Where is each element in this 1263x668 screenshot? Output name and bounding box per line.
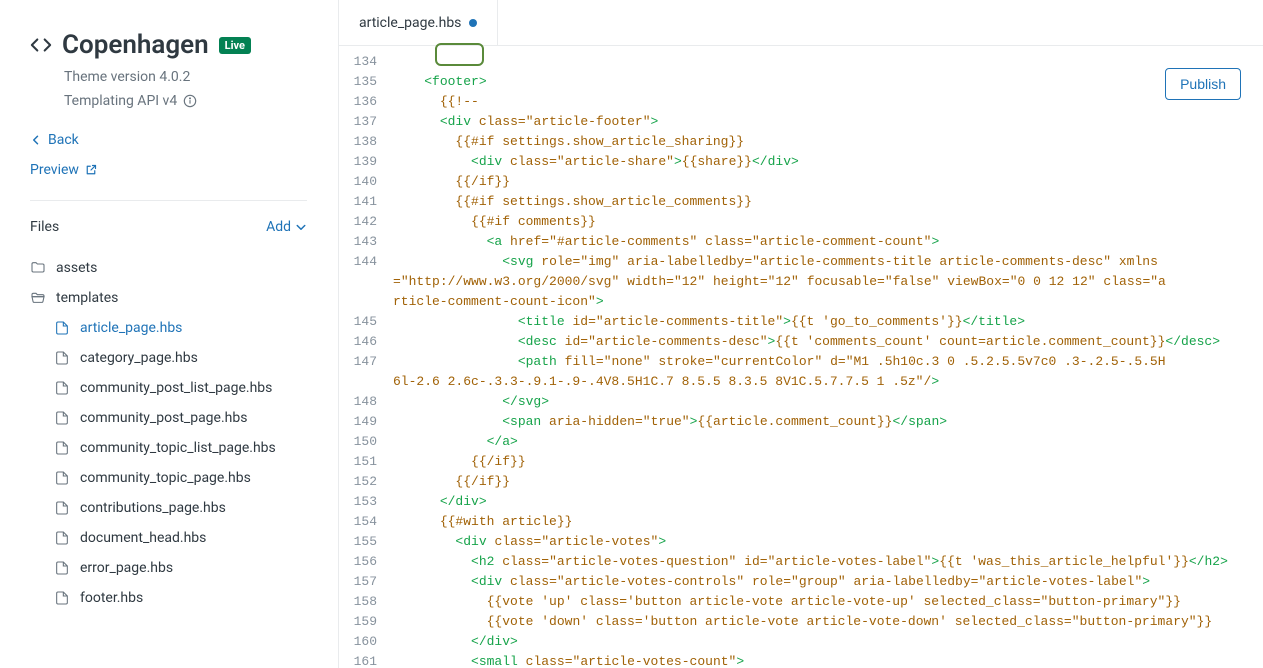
code-line[interactable]: 157 <div class="article-votes-controls" …: [339, 572, 1263, 592]
file-item[interactable]: footer.hbs: [30, 583, 307, 613]
file-item[interactable]: contributions_page.hbs: [30, 493, 307, 523]
code-line[interactable]: 145 <title id="article-comments-title">{…: [339, 312, 1263, 332]
code-line[interactable]: 143 <a href="#article-comments" class="a…: [339, 232, 1263, 252]
file-item[interactable]: article_page.hbs: [30, 313, 307, 343]
code-line[interactable]: 136 {{!--: [339, 92, 1263, 112]
code-line[interactable]: 160 </div>: [339, 632, 1263, 652]
code-line[interactable]: 144 <svg role="img" aria-labelledby="art…: [339, 252, 1263, 312]
file-item[interactable]: document_head.hbs: [30, 523, 307, 553]
files-heading: Files: [30, 219, 59, 235]
code-line[interactable]: 149 <span aria-hidden="true">{{article.c…: [339, 412, 1263, 432]
code-line[interactable]: 134: [339, 52, 1263, 72]
preview-link[interactable]: Preview: [30, 162, 307, 178]
nav-links: Back Preview: [30, 132, 307, 178]
file-icon: [54, 350, 70, 366]
code-line[interactable]: 141 {{#if settings.show_article_comments…: [339, 192, 1263, 212]
file-item[interactable]: error_page.hbs: [30, 553, 307, 583]
code-line[interactable]: 147 <path fill="none" stroke="currentCol…: [339, 352, 1263, 392]
code-line[interactable]: 135 <footer>: [339, 72, 1263, 92]
publish-button[interactable]: Publish: [1165, 68, 1241, 100]
code-line[interactable]: 158 {{vote 'up' class='button article-vo…: [339, 592, 1263, 612]
templating-api: Templating API v4: [64, 90, 307, 114]
chevron-down-icon: [295, 221, 307, 233]
file-icon: [54, 320, 70, 336]
code-line[interactable]: 153 </div>: [339, 492, 1263, 512]
tab-bar: article_page.hbs: [339, 0, 1263, 46]
file-icon: [54, 590, 70, 606]
folder-open-icon: [30, 290, 46, 306]
folder-templates[interactable]: templates: [30, 283, 307, 313]
code-line[interactable]: 142 {{#if comments}}: [339, 212, 1263, 232]
editor-panel: article_page.hbs Publish 134135 <footer>…: [338, 0, 1263, 668]
code-line[interactable]: 146 <desc id="article-comments-desc">{{t…: [339, 332, 1263, 352]
code-line[interactable]: 151 {{/if}}: [339, 452, 1263, 472]
file-item[interactable]: community_topic_list_page.hbs: [30, 433, 307, 463]
code-line[interactable]: 150 </a>: [339, 432, 1263, 452]
live-badge: Live: [219, 37, 251, 54]
code-line[interactable]: 155 <div class="article-votes">: [339, 532, 1263, 552]
file-item[interactable]: community_topic_page.hbs: [30, 463, 307, 493]
dirty-indicator-icon: [469, 19, 477, 27]
file-tree: assets templates article_page.hbscategor…: [30, 253, 307, 613]
files-header: Files Add: [30, 219, 307, 235]
code-line[interactable]: 139 <div class="article-share">{{share}}…: [339, 152, 1263, 172]
tab-label: article_page.hbs: [359, 15, 461, 31]
code-line[interactable]: 152 {{/if}}: [339, 472, 1263, 492]
back-link[interactable]: Back: [30, 132, 307, 148]
code-icon: [30, 34, 52, 56]
divider: [30, 200, 307, 201]
code-line[interactable]: 140 {{/if}}: [339, 172, 1263, 192]
file-item[interactable]: community_post_page.hbs: [30, 403, 307, 433]
file-icon: [54, 380, 70, 396]
file-icon: [54, 560, 70, 576]
file-icon: [54, 410, 70, 426]
theme-header: Copenhagen Live: [30, 30, 307, 60]
theme-version: Theme version 4.0.2: [64, 66, 307, 90]
add-button[interactable]: Add: [266, 219, 307, 235]
theme-meta: Theme version 4.0.2 Templating API v4: [64, 66, 307, 114]
file-item[interactable]: category_page.hbs: [30, 343, 307, 373]
external-link-icon: [85, 164, 97, 176]
tab-article-page[interactable]: article_page.hbs: [339, 0, 498, 45]
code-line[interactable]: 161 <small class="article-votes-count">: [339, 652, 1263, 668]
file-icon: [54, 500, 70, 516]
code-line[interactable]: 159 {{vote 'down' class='button article-…: [339, 612, 1263, 632]
sidebar: Copenhagen Live Theme version 4.0.2 Temp…: [0, 0, 338, 668]
file-icon: [54, 470, 70, 486]
file-item[interactable]: community_post_list_page.hbs: [30, 373, 307, 403]
info-icon[interactable]: [183, 94, 197, 108]
code-line[interactable]: 148 </svg>: [339, 392, 1263, 412]
folder-assets[interactable]: assets: [30, 253, 307, 283]
code-line[interactable]: 138 {{#if settings.show_article_sharing}…: [339, 132, 1263, 152]
folder-icon: [30, 260, 46, 276]
code-line[interactable]: 156 <h2 class="article-votes-question" i…: [339, 552, 1263, 572]
theme-name: Copenhagen: [62, 30, 209, 60]
code-editor[interactable]: 134135 <footer>136 {{!--137 <div class="…: [339, 46, 1263, 668]
code-line[interactable]: 154 {{#with article}}: [339, 512, 1263, 532]
file-icon: [54, 530, 70, 546]
file-icon: [54, 440, 70, 456]
chevron-left-icon: [30, 134, 42, 146]
code-line[interactable]: 137 <div class="article-footer">: [339, 112, 1263, 132]
